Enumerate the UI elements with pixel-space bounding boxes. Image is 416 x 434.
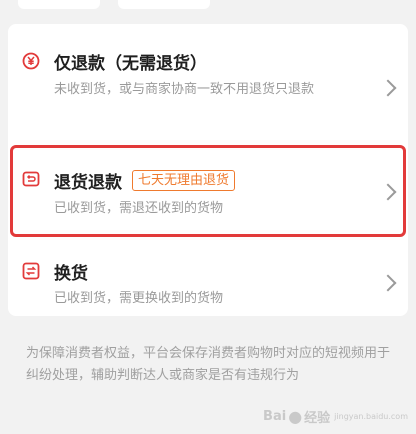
privacy-notice: 为保障消费者权益，平台会保存消费者购物时对应的短视频用于纠纷处理，辅助判断达人或… — [26, 346, 391, 383]
after-sale-options-card: 仅退款（无需退货） 未收到货，或与商家协商一致不用退货只退款 退货退款 七天无理… — [8, 24, 408, 316]
chevron-right-icon — [379, 274, 397, 292]
return-box-icon — [22, 170, 40, 188]
watermark-brand: Bai — [263, 409, 287, 424]
baidu-paw-icon: ● — [288, 407, 303, 426]
option-desc: 未收到货，或与商家协商一致不用退货只退款 — [54, 82, 315, 97]
baidu-jingyan-watermark: Bai ● 经验 jingyan.baidu.com — [263, 407, 408, 426]
watermark-url: jingyan.baidu.com — [334, 412, 408, 421]
exchange-icon — [22, 262, 40, 280]
refund-coin-icon — [22, 52, 40, 70]
top-tab-stub-left — [18, 0, 100, 9]
watermark-suffix: 经验 — [304, 411, 331, 426]
option-refund-only[interactable]: 仅退款（无需退货） 未收到货，或与商家协商一致不用退货只退款 — [8, 24, 408, 130]
chevron-right-icon — [379, 183, 397, 201]
option-title-row: 退货退款 七天无理由退货 — [54, 168, 236, 193]
top-bar — [0, 0, 416, 20]
option-desc: 已收到货，需更换收到的货物 — [54, 291, 224, 306]
option-desc: 已收到货，需退还收到的货物 — [54, 201, 224, 216]
option-title: 退货退款 — [54, 173, 122, 193]
option-title: 仅退款（无需退货） — [54, 54, 207, 74]
option-title: 换货 — [54, 264, 88, 284]
top-tab-stub-right — [118, 0, 210, 9]
seven-day-return-tag: 七天无理由退货 — [132, 170, 236, 191]
option-return-refund[interactable]: 退货退款 七天无理由退货 已收到货，需退还收到的货物 — [8, 148, 408, 236]
chevron-right-icon — [379, 79, 397, 97]
option-exchange[interactable]: 换货 已收到货，需更换收到的货物 — [8, 242, 408, 316]
